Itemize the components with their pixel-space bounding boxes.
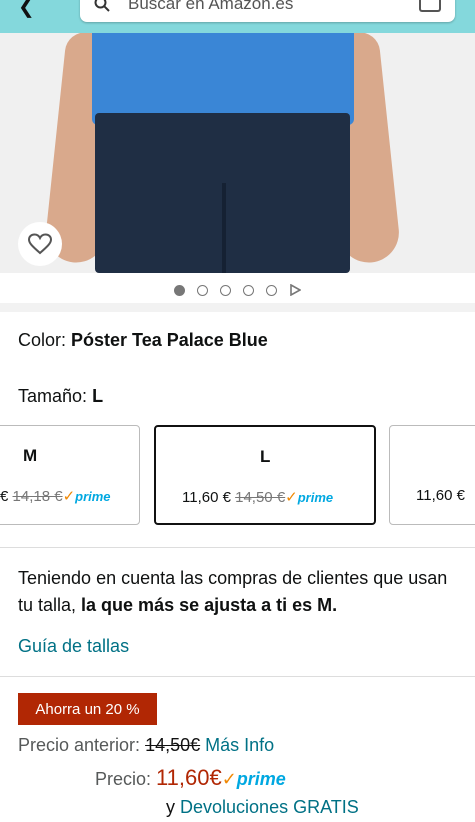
search-placeholder: Buscar en Amazon.es xyxy=(128,0,294,13)
price-fragment: € xyxy=(0,488,9,505)
check-icon: ✓ xyxy=(285,489,298,506)
size-option-price: 11,60 € xyxy=(416,487,465,504)
size-option-m[interactable]: M € 14,18 €✓prime xyxy=(0,425,140,525)
section-divider xyxy=(0,303,475,312)
carousel-dot[interactable] xyxy=(266,284,277,296)
color-label: Color: xyxy=(18,330,67,350)
prime-badge: prime xyxy=(297,490,334,505)
size-selection: Tamaño: L xyxy=(18,386,103,407)
image-carousel-dots xyxy=(0,280,475,300)
size-option-name: L xyxy=(260,447,271,466)
savings-badge: Ahorra un 20 % xyxy=(18,693,157,725)
returns-row: y Devoluciones GRATIS xyxy=(166,797,359,818)
divider xyxy=(0,547,475,548)
price-label: Precio: xyxy=(95,769,152,789)
search-input[interactable]: Buscar en Amazon.es xyxy=(80,0,455,22)
color-value: Póster Tea Palace Blue xyxy=(71,330,268,350)
video-play-icon[interactable] xyxy=(289,284,301,296)
carousel-dot[interactable] xyxy=(197,284,208,296)
previous-price-value: 14,50€ xyxy=(145,735,201,755)
check-icon: ✓ xyxy=(221,769,237,789)
price-row: Precio: 11,60€✓prime xyxy=(95,765,286,791)
price-value: 11,60€ xyxy=(156,765,222,790)
previous-price-row: Precio anterior: 14,50€ Más Info xyxy=(18,735,274,756)
prime-badge: prime xyxy=(236,769,286,789)
product-image[interactable] xyxy=(0,33,475,273)
heart-icon xyxy=(27,233,53,255)
free-returns-link[interactable]: Devoluciones GRATIS xyxy=(180,797,359,817)
returns-prefix: y xyxy=(166,797,175,817)
pants-seam xyxy=(222,183,226,273)
old-price: 14,18 € xyxy=(12,488,63,505)
check-icon: ✓ xyxy=(62,488,76,505)
size-options: M € 14,18 €✓prime L 11,60 € 14,50 €✓prim… xyxy=(0,425,475,525)
fit-recommendation: Teniendo en cuenta las compras de client… xyxy=(18,565,458,619)
prime-badge: prime xyxy=(75,489,111,504)
size-option-price: 11,60 € 14,50 €✓prime xyxy=(182,488,333,506)
more-info-link[interactable]: Más Info xyxy=(205,735,274,755)
back-arrow-icon[interactable]: ❮ xyxy=(18,0,35,19)
old-price: 14,50 € xyxy=(235,489,286,506)
divider xyxy=(0,676,475,677)
color-selection: Color: Póster Tea Palace Blue xyxy=(18,330,268,351)
top-bar: ❮ Buscar en Amazon.es xyxy=(0,0,475,33)
scan-icon[interactable] xyxy=(419,0,441,12)
carousel-dot[interactable] xyxy=(243,284,254,296)
size-value: L xyxy=(92,386,104,406)
size-option-l[interactable]: L 11,60 € 14,50 €✓prime xyxy=(154,425,376,525)
size-label: Tamaño: xyxy=(18,386,88,406)
search-icon xyxy=(94,0,110,12)
size-option-name: M xyxy=(23,446,38,465)
previous-price-label: Precio anterior: xyxy=(18,735,141,755)
size-guide-link[interactable]: Guía de tallas xyxy=(18,636,129,657)
shirt xyxy=(92,33,354,125)
price: 11,60 € xyxy=(182,489,231,506)
size-option-price: € 14,18 €✓prime xyxy=(0,487,111,505)
carousel-dot[interactable] xyxy=(174,284,185,296)
fit-text-bold: la que más se ajusta a ti es M. xyxy=(81,595,338,615)
size-option-next[interactable]: 11,60 € xyxy=(389,425,475,525)
carousel-dot[interactable] xyxy=(220,284,231,296)
wishlist-heart-button[interactable] xyxy=(18,222,62,266)
